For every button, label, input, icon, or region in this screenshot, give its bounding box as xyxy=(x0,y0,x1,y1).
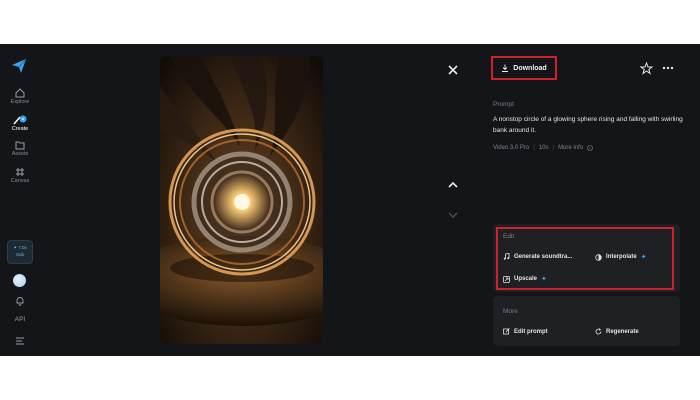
edit-highlight-box xyxy=(496,227,674,290)
sidebar-item-explore[interactable]: Explore xyxy=(0,88,40,105)
avatar[interactable] xyxy=(13,274,26,287)
sidebar-item-create[interactable]: Create xyxy=(0,114,40,132)
regenerate-button[interactable]: Regenerate xyxy=(595,328,639,335)
folder-icon xyxy=(15,141,25,150)
app-window: Explore Create Assets Canvas ✦ 7.0x Sub xyxy=(0,44,700,356)
sidebar: Explore Create Assets Canvas ✦ 7.0x Sub xyxy=(0,44,40,356)
chevron-down-icon[interactable] xyxy=(446,210,460,220)
more-info-link[interactable]: More info xyxy=(558,145,583,151)
download-button[interactable]: Download xyxy=(491,56,557,80)
prompt-section-label: Prompt xyxy=(493,101,514,108)
refresh-icon xyxy=(595,328,602,335)
info-icon[interactable] xyxy=(587,145,593,151)
meta-separator: | xyxy=(552,145,555,151)
more-card xyxy=(493,296,680,346)
download-label: Download xyxy=(513,64,547,72)
more-section-label: More xyxy=(503,308,518,315)
more-options-icon[interactable] xyxy=(662,66,674,70)
sidebar-item-label: Explore xyxy=(10,99,30,105)
star-icon[interactable] xyxy=(640,62,653,75)
model-name: Video 3.0 Pro xyxy=(493,145,530,151)
meta-separator: | xyxy=(533,145,535,151)
prompt-text: A nonstop circle of a glowing sphere ris… xyxy=(493,116,683,134)
download-icon xyxy=(502,64,509,72)
bell-icon[interactable] xyxy=(15,296,25,306)
create-wand-icon xyxy=(13,115,27,125)
video-preview[interactable] xyxy=(160,56,323,344)
logo-icon[interactable] xyxy=(11,58,27,74)
close-icon[interactable] xyxy=(445,62,461,78)
sidebar-item-canvas[interactable]: Canvas xyxy=(0,167,40,184)
generation-meta: Video 3.0 Pro | 10s | More info xyxy=(493,145,593,151)
api-link[interactable]: API xyxy=(0,316,40,323)
regenerate-label: Regenerate xyxy=(606,328,639,335)
sidebar-item-label: Create xyxy=(11,126,29,132)
upgrade-badge[interactable]: ✦ 7.0x Sub xyxy=(7,240,33,264)
upgrade-line-1: ✦ 7.0x xyxy=(13,245,27,250)
duration: 10s xyxy=(538,145,549,151)
sidebar-item-label: Assets xyxy=(11,151,29,157)
home-icon xyxy=(15,88,25,98)
sidebar-item-assets[interactable]: Assets xyxy=(0,140,40,157)
edit-icon xyxy=(503,328,510,335)
sidebar-item-label: Canvas xyxy=(10,178,30,184)
edit-prompt-label: Edit prompt xyxy=(514,328,548,335)
chevron-up-icon[interactable] xyxy=(446,180,460,190)
edit-prompt-button[interactable]: Edit prompt xyxy=(503,328,548,335)
glowing-sphere-image xyxy=(160,56,323,344)
grid-hash-icon xyxy=(16,168,24,176)
menu-icon[interactable] xyxy=(15,337,25,345)
upgrade-line-2: Sub xyxy=(15,252,24,257)
